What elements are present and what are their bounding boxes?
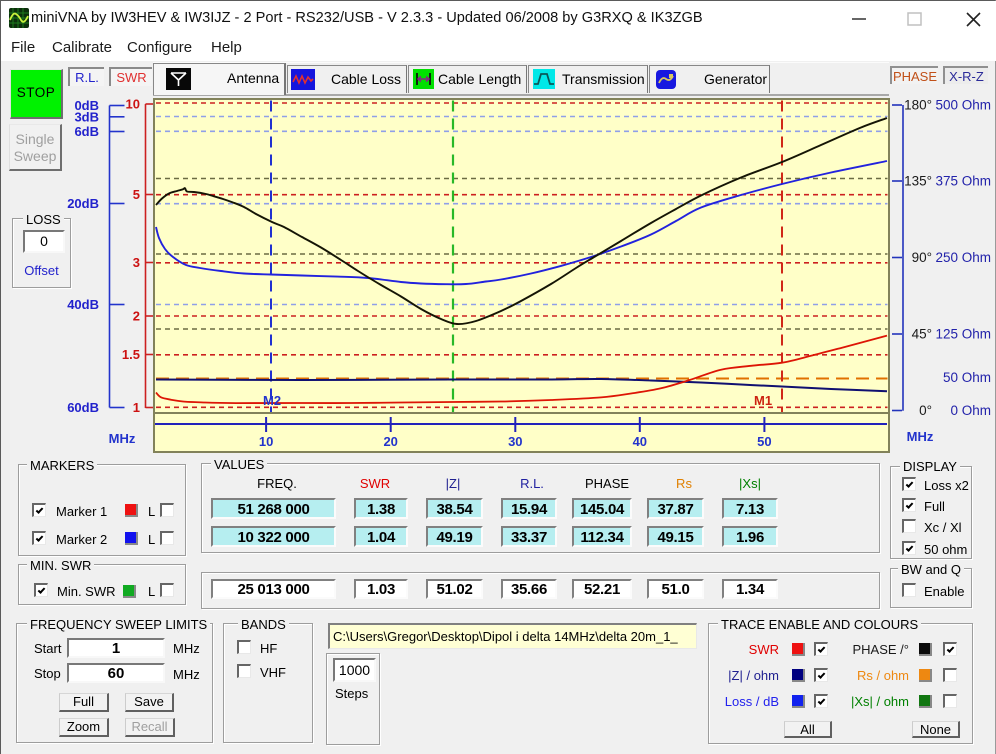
svg-text:90°: 90° [912, 250, 932, 265]
svg-text:6dB: 6dB [74, 124, 99, 139]
svg-text:40: 40 [633, 434, 647, 449]
svg-text:1: 1 [133, 400, 140, 415]
svg-text:20dB: 20dB [67, 196, 99, 211]
svg-text:20: 20 [383, 434, 397, 449]
svg-text:10: 10 [259, 434, 273, 449]
svg-text:3: 3 [133, 255, 140, 270]
svg-text:40dB: 40dB [67, 297, 99, 312]
svg-text:50: 50 [757, 434, 771, 449]
svg-text:0 Ohm: 0 Ohm [950, 403, 991, 418]
svg-text:0°: 0° [919, 403, 932, 418]
svg-text:5: 5 [133, 187, 140, 202]
svg-text:2: 2 [133, 309, 140, 324]
svg-text:135°: 135° [904, 174, 932, 189]
svg-text:10: 10 [126, 97, 140, 112]
svg-text:3dB: 3dB [74, 109, 99, 124]
svg-text:MHz: MHz [907, 429, 934, 444]
svg-text:M2: M2 [263, 393, 281, 408]
svg-text:30: 30 [508, 434, 522, 449]
svg-text:500 Ohm: 500 Ohm [935, 98, 991, 113]
svg-text:180°: 180° [904, 98, 932, 113]
svg-text:125 Ohm: 125 Ohm [935, 327, 991, 342]
svg-text:MHz: MHz [109, 431, 136, 446]
svg-text:45°: 45° [912, 327, 932, 342]
svg-text:1.5: 1.5 [122, 347, 140, 362]
svg-text:250 Ohm: 250 Ohm [935, 250, 991, 265]
svg-text:60dB: 60dB [67, 400, 99, 415]
svg-text:375 Ohm: 375 Ohm [935, 174, 991, 189]
svg-text:M1: M1 [754, 393, 772, 408]
svg-text:50 Ohm: 50 Ohm [943, 370, 991, 385]
